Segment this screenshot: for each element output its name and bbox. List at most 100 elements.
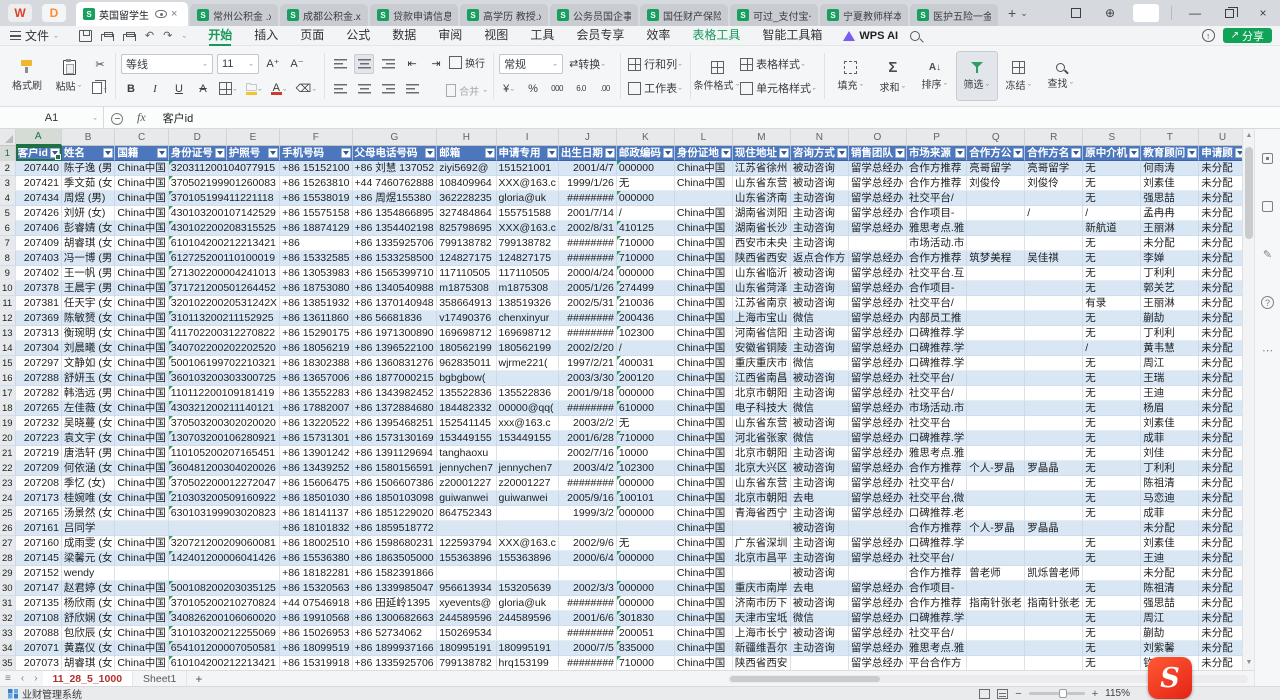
cell[interactable]: 358664913: [437, 296, 496, 311]
table-header-cell[interactable]: 现住地址: [733, 146, 791, 161]
cell[interactable]: [1025, 191, 1083, 206]
cell[interactable]: 411702200312270822: [169, 326, 280, 341]
cell[interactable]: 留学总经办: [849, 251, 907, 266]
tab-list-chevron-icon[interactable]: ⌄: [1020, 8, 1028, 19]
decrease-indent-icon[interactable]: ⇤: [402, 54, 422, 74]
cell[interactable]: 上海市宝山: [733, 311, 791, 326]
filter-dropdown-icon[interactable]: [721, 148, 731, 158]
cell[interactable]: China中国: [675, 506, 733, 521]
cell[interactable]: 362228235: [437, 191, 496, 206]
cell[interactable]: 500108200203035125: [169, 581, 280, 596]
cell[interactable]: 100101: [617, 491, 675, 506]
cell[interactable]: 微信: [791, 611, 849, 626]
table-header-cell[interactable]: 合作方公: [967, 146, 1025, 161]
cell[interactable]: 2001/4/7: [559, 161, 617, 176]
cell[interactable]: 未分配: [1199, 266, 1242, 281]
cell[interactable]: 何依涵 (女: [62, 461, 115, 476]
cell[interactable]: 蒯劼: [1141, 626, 1199, 641]
cell[interactable]: z20001227: [497, 476, 559, 491]
cell[interactable]: 2000/6/4: [559, 551, 617, 566]
cell[interactable]: 200120: [617, 371, 675, 386]
filter-dropdown-icon[interactable]: [425, 148, 435, 158]
row-header-19[interactable]: 19: [0, 416, 16, 431]
tab-table-tools[interactable]: 表格工具: [681, 26, 751, 46]
row-header-31[interactable]: 31: [0, 596, 16, 611]
menu-item-9[interactable]: 会员专享: [565, 26, 635, 46]
cell[interactable]: 合作方推荐: [907, 251, 967, 266]
number-format-select[interactable]: 常规⌄: [499, 54, 563, 74]
row-header-14[interactable]: 14: [0, 341, 16, 356]
cell[interactable]: +86 13657006: [280, 371, 352, 386]
cell[interactable]: [967, 506, 1025, 521]
cell[interactable]: 无: [1083, 641, 1141, 656]
cell[interactable]: +86 15731301: [280, 431, 352, 446]
cell[interactable]: 360481200304020026: [169, 461, 280, 476]
cell[interactable]: 留学总经办: [849, 431, 907, 446]
cell[interactable]: guiwanwei: [497, 491, 559, 506]
print-icon[interactable]: [101, 34, 114, 41]
filter-dropdown-icon[interactable]: [895, 148, 905, 158]
filter-dropdown-icon[interactable]: [215, 148, 225, 158]
close-button[interactable]: ×: [1246, 0, 1280, 26]
cell[interactable]: 未分配: [1199, 461, 1242, 476]
cell[interactable]: +86 1300682663: [353, 611, 438, 626]
row-header-4[interactable]: 4: [0, 191, 16, 206]
cell[interactable]: ########: [559, 401, 617, 416]
cell[interactable]: [967, 401, 1025, 416]
column-header-A[interactable]: A: [16, 129, 62, 146]
cell[interactable]: [1025, 446, 1083, 461]
table-header-cell[interactable]: 身份证地: [675, 146, 733, 161]
cell[interactable]: 被动咨询: [791, 626, 849, 641]
table-header-cell[interactable]: 咨询方式: [791, 146, 849, 161]
row-header-17[interactable]: 17: [0, 386, 16, 401]
cell[interactable]: 主动咨询: [791, 281, 849, 296]
cell[interactable]: 2000/7/5: [559, 641, 617, 656]
cell[interactable]: 黄韦慧: [1141, 341, 1199, 356]
cell[interactable]: +86 56681836: [353, 311, 438, 326]
cell[interactable]: +86 18302388: [280, 356, 352, 371]
cell[interactable]: 江苏省南京: [733, 296, 791, 311]
cell[interactable]: 000000: [617, 266, 675, 281]
cell[interactable]: [967, 296, 1025, 311]
row-header-7[interactable]: 7: [0, 236, 16, 251]
row-header-2[interactable]: 2: [0, 161, 16, 176]
column-header-K[interactable]: K: [617, 129, 675, 146]
cell[interactable]: China中国: [115, 371, 168, 386]
cell[interactable]: China中国: [115, 446, 168, 461]
cell[interactable]: 衡琬明 (女: [62, 326, 115, 341]
cell[interactable]: 340702200202202520: [169, 341, 280, 356]
tab-smart-toolbox[interactable]: 智能工具箱: [751, 26, 833, 46]
cell[interactable]: 留学总经办: [849, 461, 907, 476]
cell[interactable]: +86 1395468251: [353, 416, 438, 431]
cell[interactable]: 207297: [16, 356, 62, 371]
cell[interactable]: 000000: [617, 386, 675, 401]
justify-icon[interactable]: [402, 79, 422, 99]
cell[interactable]: 口碑推荐.学: [907, 611, 967, 626]
thousands-button[interactable]: 000: [547, 79, 567, 99]
cell[interactable]: 未分配: [1199, 641, 1242, 656]
cell[interactable]: 合作方推荐: [907, 161, 967, 176]
cell[interactable]: 未分配: [1199, 161, 1242, 176]
sheet-prev-icon[interactable]: ‹: [16, 673, 29, 684]
increase-decimal-button[interactable]: 6.0: [571, 79, 591, 99]
cell[interactable]: 155363896: [437, 551, 496, 566]
cell[interactable]: China中国: [675, 251, 733, 266]
cell[interactable]: 未分配: [1141, 236, 1199, 251]
filter-dropdown-icon[interactable]: [955, 148, 965, 158]
cell[interactable]: +86 18753080: [280, 281, 352, 296]
cell[interactable]: 630103199903020823: [169, 506, 280, 521]
cell[interactable]: 无: [1083, 401, 1141, 416]
cell[interactable]: 汤景然 (女: [62, 506, 115, 521]
cell[interactable]: 刘素佳: [1141, 176, 1199, 191]
cell[interactable]: 2001/6/28: [559, 431, 617, 446]
cell[interactable]: [497, 446, 559, 461]
cell[interactable]: China中国: [115, 296, 168, 311]
cell[interactable]: 未分配: [1199, 251, 1242, 266]
cell[interactable]: 210036: [617, 296, 675, 311]
align-bottom-icon[interactable]: [378, 54, 398, 74]
column-header-B[interactable]: B: [62, 129, 115, 146]
table-header-cell[interactable]: 销售团队: [849, 146, 907, 161]
table-header-cell[interactable]: 手机号码: [280, 146, 352, 161]
cell[interactable]: 未分配: [1199, 326, 1242, 341]
cell[interactable]: 400031: [617, 356, 675, 371]
